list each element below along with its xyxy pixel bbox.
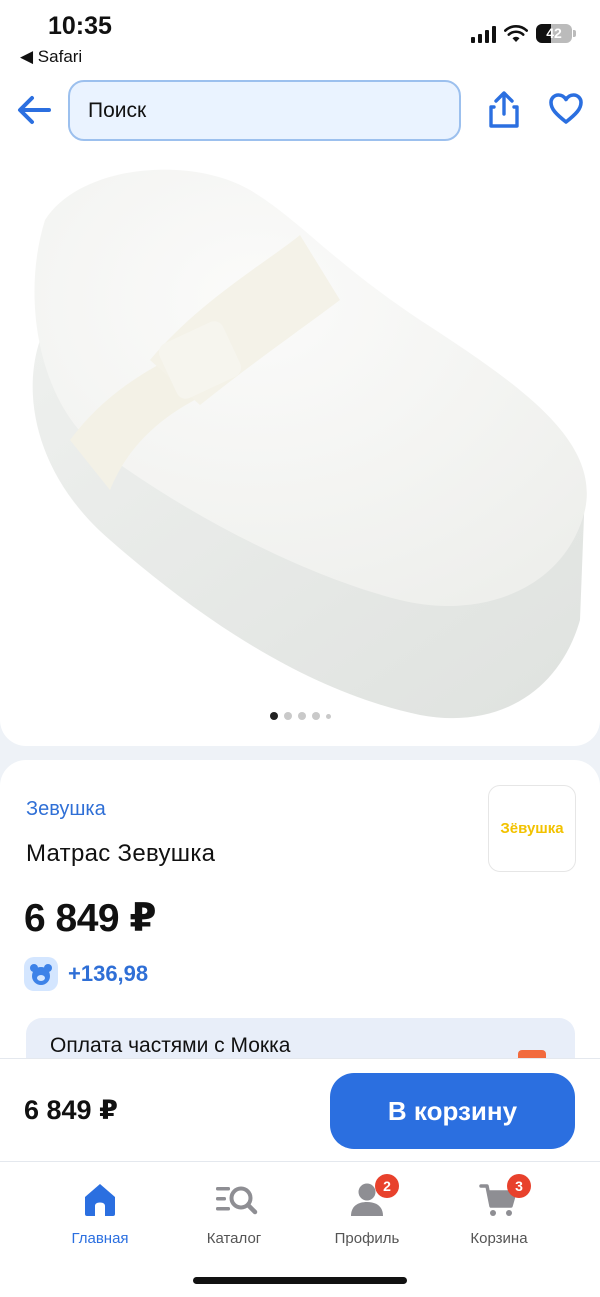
- arrow-left-icon: [18, 96, 51, 124]
- back-button[interactable]: [14, 90, 54, 130]
- product-title: Матрас Зевушка: [26, 840, 216, 867]
- gallery-dot[interactable]: [269, 712, 278, 720]
- gallery-pagination[interactable]: [258, 707, 342, 725]
- buy-bar-price: 6 849 ₽: [24, 1095, 118, 1125]
- back-to-app-link[interactable]: ◀ Safari: [20, 47, 82, 67]
- cart-icon: 3: [479, 1174, 531, 1220]
- wifi-icon: [504, 24, 528, 42]
- profile-icon: 2: [347, 1174, 399, 1220]
- heart-icon: [549, 93, 583, 124]
- buy-bar: 6 849 ₽ В корзину: [0, 1058, 600, 1162]
- tab-catalog[interactable]: Каталог: [179, 1180, 289, 1250]
- tab-label: Каталог: [206, 1230, 262, 1247]
- status-icons: 42: [471, 24, 576, 43]
- product-image: [32, 169, 587, 719]
- catalog-icon: [214, 1180, 258, 1220]
- gallery-dot[interactable]: [297, 712, 306, 720]
- status-bar: 10:35 ◀ Safari 42: [0, 0, 600, 72]
- bear-coin-icon: [24, 957, 58, 991]
- home-icon: [80, 1180, 120, 1220]
- tab-cart[interactable]: 3 Корзина: [444, 1174, 554, 1250]
- notification-badge: 2: [375, 1174, 399, 1198]
- installment-label: Оплата частями с Мокка: [50, 1034, 291, 1057]
- share-button[interactable]: [486, 90, 522, 130]
- brand-link[interactable]: Зевушка: [26, 798, 106, 821]
- battery-icon: 42: [536, 24, 576, 43]
- battery-level: 42: [546, 25, 562, 41]
- bonus-amount: +136,98: [68, 961, 149, 986]
- gallery-dot[interactable]: [325, 713, 331, 719]
- tab-profile[interactable]: 2 Профиль: [312, 1174, 422, 1250]
- gallery-dot[interactable]: [311, 712, 320, 720]
- signal-icon: [471, 25, 496, 43]
- add-to-cart-button[interactable]: В корзину: [330, 1073, 575, 1149]
- top-navigation: Поиск: [0, 72, 600, 150]
- home-indicator[interactable]: [193, 1277, 407, 1284]
- product-info-card: Зевушка Матрас Зевушка 6 849 ₽ +136,98 З…: [0, 760, 600, 1080]
- brand-logo[interactable]: Зёвушка: [488, 785, 576, 872]
- product-price: 6 849 ₽: [24, 897, 157, 940]
- tab-label: Профиль: [334, 1230, 400, 1247]
- bonus-points[interactable]: +136,98: [24, 957, 148, 991]
- share-icon: [489, 91, 519, 128]
- search-input[interactable]: Поиск: [68, 80, 461, 141]
- tab-label: Главная: [71, 1230, 129, 1247]
- status-time: 10:35: [48, 12, 112, 40]
- favorite-button[interactable]: [548, 92, 584, 128]
- tab-label: Корзина: [470, 1230, 528, 1247]
- product-gallery[interactable]: [0, 150, 600, 746]
- cart-count-badge: 3: [507, 1174, 531, 1198]
- gallery-dot[interactable]: [283, 712, 292, 720]
- tab-home[interactable]: Главная: [45, 1180, 155, 1250]
